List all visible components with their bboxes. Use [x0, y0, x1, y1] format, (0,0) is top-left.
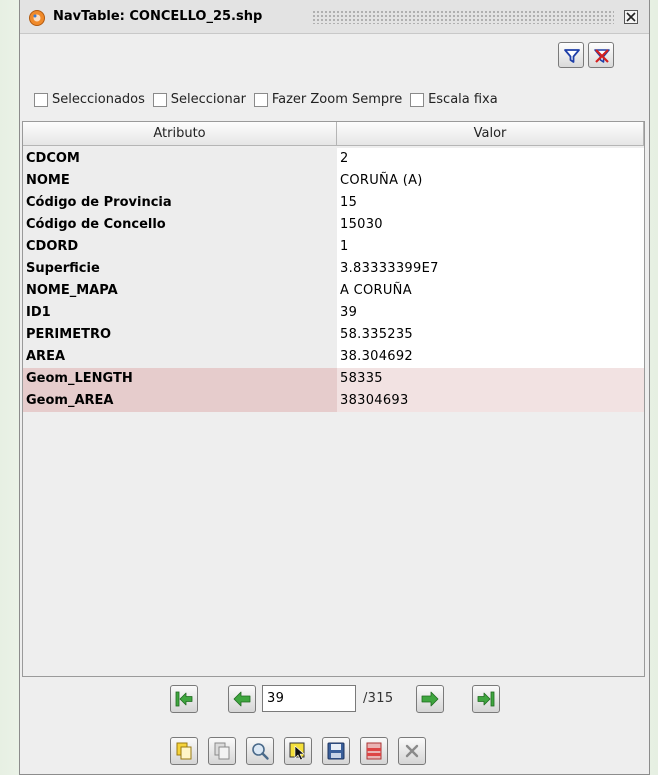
checkbox[interactable]	[152, 92, 167, 107]
option-seleccionar[interactable]: Seleccionar	[152, 92, 246, 107]
last-record-icon	[477, 691, 495, 707]
value-cell[interactable]: 58.335235	[337, 324, 644, 346]
value-cell: 38304693	[337, 390, 644, 412]
attribute-cell: NOME	[23, 170, 337, 192]
attribute-cell: Código de Concello	[23, 214, 337, 236]
table-row[interactable]: Código de Concello 15030	[23, 214, 644, 236]
select-button[interactable]	[284, 737, 312, 765]
attribute-cell: Superficie	[23, 258, 337, 280]
table-row[interactable]: NOME CORUÑA (A)	[23, 170, 644, 192]
attribute-cell: NOME_MAPA	[23, 280, 337, 302]
value-cell[interactable]: 3.83333399E7	[337, 258, 644, 280]
clear-filter-button[interactable]	[588, 42, 614, 68]
value-cell: 58335	[337, 368, 644, 390]
checkbox[interactable]	[410, 92, 425, 107]
save-icon	[327, 742, 345, 760]
first-record-button[interactable]	[170, 685, 198, 713]
delete-button[interactable]	[398, 737, 426, 765]
save-button[interactable]	[322, 737, 350, 765]
attribute-cell: CDORD	[23, 236, 337, 258]
attribute-cell: Geom_LENGTH	[23, 368, 337, 390]
table-row[interactable]: NOME_MAPA A CORUÑA	[23, 280, 644, 302]
option-seleccionados[interactable]: Seleccionados	[34, 92, 145, 107]
attribute-table[interactable]: Atributo Valor CDCOM 2 NOME CORUÑA (A) C…	[22, 121, 645, 677]
checkbox[interactable]	[253, 92, 268, 107]
option-fazer-zoom-sempre[interactable]: Fazer Zoom Sempre	[253, 92, 402, 107]
attribute-cell: PERIMETRO	[23, 324, 337, 346]
table-row[interactable]: Código de Provincia 15	[23, 192, 644, 214]
value-cell[interactable]: A CORUÑA	[337, 280, 644, 302]
option-escala-fixa[interactable]: Escala fixa	[410, 92, 498, 107]
delete-icon	[405, 744, 419, 758]
next-record-button[interactable]	[416, 685, 444, 713]
table-row[interactable]: CDORD 1	[23, 236, 644, 258]
clear-filter-icon	[594, 49, 610, 63]
next-record-icon	[421, 691, 439, 707]
previous-record-button[interactable]	[228, 685, 256, 713]
value-cell[interactable]: 2	[337, 148, 644, 170]
select-icon	[289, 742, 305, 761]
copy-previous-icon	[214, 742, 230, 760]
title-bar[interactable]: NavTable: CONCELLO_25.shp	[20, 0, 649, 34]
first-record-icon	[175, 691, 193, 707]
table-row[interactable]: PERIMETRO 58.335235	[23, 324, 644, 346]
zoom-icon	[252, 743, 269, 760]
attribute-cell: CDCOM	[23, 148, 337, 170]
table-row[interactable]: AREA 38.304692	[23, 346, 644, 368]
last-record-button[interactable]	[472, 685, 500, 713]
value-cell[interactable]: 39	[337, 302, 644, 324]
zoom-button[interactable]	[246, 737, 274, 765]
record-total: /315	[363, 691, 394, 706]
filter-button[interactable]	[558, 42, 584, 68]
column-header-atributo[interactable]: Atributo	[23, 122, 337, 146]
delete-record-button[interactable]	[360, 737, 388, 765]
previous-record-icon	[233, 691, 251, 707]
filter-icon	[564, 49, 580, 63]
attribute-cell: ID1	[23, 302, 337, 324]
table-row[interactable]: Geom_LENGTH 58335	[23, 368, 644, 390]
title-grip	[312, 10, 614, 24]
attribute-cell: Geom_AREA	[23, 390, 337, 412]
value-cell[interactable]: 15	[337, 192, 644, 214]
options-bar: Seleccionados Seleccionar Fazer Zoom Sem…	[34, 92, 502, 112]
copy-previous-button[interactable]	[208, 737, 236, 765]
table-row[interactable]: CDCOM 2	[23, 148, 644, 170]
window-title: NavTable: CONCELLO_25.shp	[53, 9, 263, 24]
column-header-valor[interactable]: Valor	[337, 122, 644, 146]
close-icon	[626, 12, 636, 22]
close-button[interactable]	[624, 10, 638, 24]
action-toolbar	[20, 737, 649, 769]
checkbox[interactable]	[34, 92, 48, 107]
record-number-input[interactable]: 39	[262, 685, 356, 712]
attribute-cell: Código de Provincia	[23, 192, 337, 214]
copy-selected-button[interactable]	[170, 737, 198, 765]
value-cell[interactable]: CORUÑA (A)	[337, 170, 644, 192]
navigation-bar: 39 /315	[20, 685, 649, 717]
table-row[interactable]: ID1 39	[23, 302, 644, 324]
table-row[interactable]: Geom_AREA 38304693	[23, 390, 644, 412]
delete-record-icon	[366, 742, 382, 760]
table-row[interactable]: Superficie 3.83333399E7	[23, 258, 644, 280]
copy-selected-icon	[176, 742, 192, 760]
value-cell[interactable]: 1	[337, 236, 644, 258]
value-cell[interactable]: 15030	[337, 214, 644, 236]
table-header: Atributo Valor	[23, 122, 644, 146]
navtable-window: NavTable: CONCELLO_25.shp Seleccionados …	[19, 0, 650, 775]
attribute-cell: AREA	[23, 346, 337, 368]
app-icon	[29, 10, 45, 26]
value-cell[interactable]: 38.304692	[337, 346, 644, 368]
